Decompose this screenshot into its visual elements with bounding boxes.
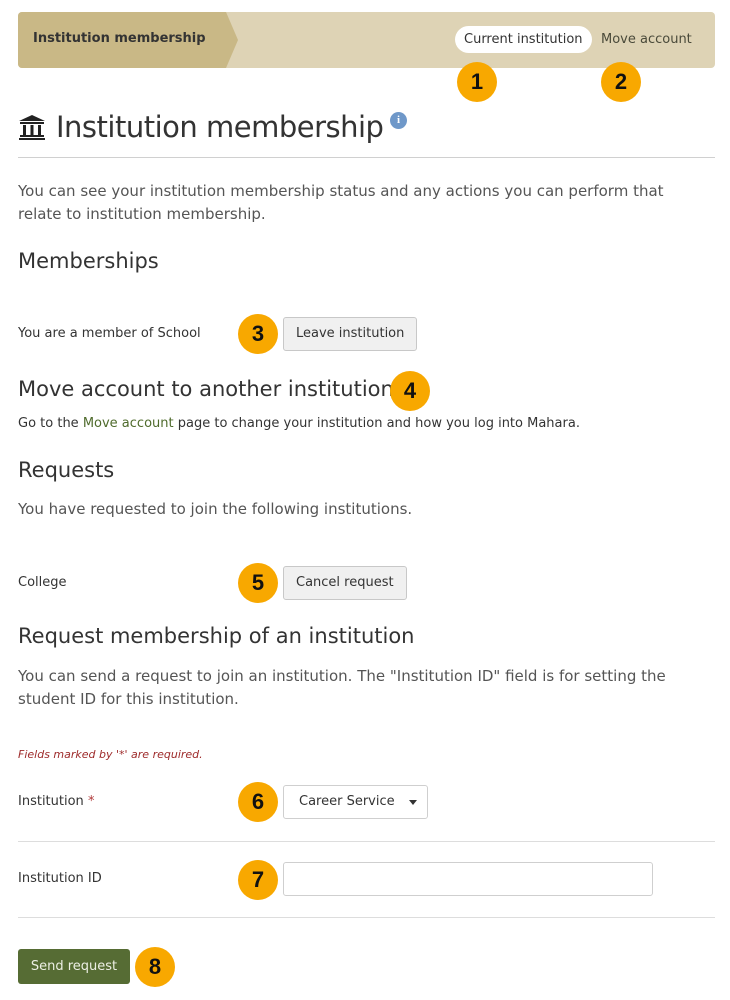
leave-institution-button[interactable]: Leave institution xyxy=(283,317,418,351)
breadcrumb-current: Institution membership xyxy=(18,12,238,68)
institution-select[interactable]: Career Service xyxy=(283,785,428,819)
tab-move-account[interactable]: Move account xyxy=(592,26,701,53)
callout-badge-4: 4 xyxy=(390,371,430,411)
intro-text: You can see your institution membership … xyxy=(18,182,664,223)
institution-label-text: Institution xyxy=(18,794,84,809)
request-institution-name: College xyxy=(18,575,67,590)
institution-id-label: Institution ID xyxy=(18,871,102,886)
memberships-heading: Memberships xyxy=(18,249,159,273)
move-account-text-before: Go to the xyxy=(18,416,83,431)
callout-badge-8: 8 xyxy=(135,947,175,987)
move-account-link[interactable]: Move account xyxy=(83,416,174,431)
required-fields-note: Fields marked by '*' are required. xyxy=(18,748,203,761)
page-title: Institution membership xyxy=(18,110,384,144)
callout-badge-2: 2 xyxy=(601,62,641,102)
info-icon[interactable]: i xyxy=(390,112,407,129)
title-divider xyxy=(18,157,715,158)
move-account-text-after: page to change your institution and how … xyxy=(173,416,580,431)
institution-field-label: Institution * xyxy=(18,794,94,809)
callout-badge-3: 3 xyxy=(238,314,278,354)
request-membership-heading: Request membership of an institution xyxy=(18,624,415,648)
institution-id-input[interactable] xyxy=(283,862,653,896)
tab-current-institution[interactable]: Current institution xyxy=(455,26,592,53)
member-of-text: You are a member of School xyxy=(18,326,201,341)
institution-select-value: Career Service xyxy=(299,794,395,809)
chevron-down-icon xyxy=(409,800,417,805)
form-divider xyxy=(18,917,715,918)
callout-badge-6: 6 xyxy=(238,782,278,822)
required-marker: * xyxy=(87,794,95,809)
move-account-heading: Move account to another institution xyxy=(18,377,394,401)
breadcrumb-label: Institution membership xyxy=(33,31,206,46)
requests-heading: Requests xyxy=(18,458,115,482)
send-request-button[interactable]: Send request xyxy=(18,949,130,984)
callout-badge-5: 5 xyxy=(238,563,278,603)
page-heading: Institution membership xyxy=(56,110,384,144)
institution-bank-icon xyxy=(19,115,45,140)
requests-description: You have requested to join the following… xyxy=(18,500,413,518)
callout-badge-7: 7 xyxy=(238,860,278,900)
move-account-text: Go to the Move account page to change yo… xyxy=(18,416,580,431)
form-divider xyxy=(18,841,715,842)
cancel-request-button[interactable]: Cancel request xyxy=(283,566,407,600)
sub-navigation: Institution membership Current instituti… xyxy=(18,12,715,68)
request-membership-description: You can send a request to join an instit… xyxy=(18,667,666,708)
callout-badge-1: 1 xyxy=(457,62,497,102)
